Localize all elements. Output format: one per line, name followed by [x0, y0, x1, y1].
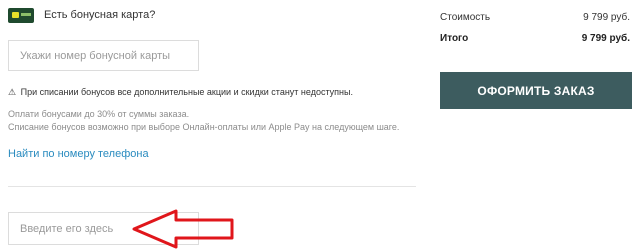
- find-by-phone-link[interactable]: Найти по номеру телефона: [8, 148, 149, 160]
- bonus-card-header: Есть бонусная карта?: [8, 6, 155, 24]
- checkout-page: Есть бонусная карта? Укажи номер бонусно…: [0, 0, 640, 250]
- bonus-card-number-input[interactable]: Укажи номер бонусной карты: [8, 40, 199, 71]
- bonus-note-limit: Оплати бонусами до 30% от суммы заказа.: [8, 109, 190, 119]
- cost-value: 9 799 руб.: [583, 12, 630, 23]
- divider: [8, 186, 416, 187]
- bonus-warning: ⚠ При списании бонусов все дополнительны…: [8, 87, 353, 98]
- summary-cost-row: Стоимость 9 799 руб.: [440, 12, 630, 23]
- total-label: Итого: [440, 33, 469, 44]
- bonus-warning-text: При списании бонусов все дополнительные …: [20, 87, 353, 97]
- checkout-button[interactable]: ОФОРМИТЬ ЗАКАЗ: [440, 72, 632, 109]
- total-value: 9 799 руб.: [581, 33, 630, 44]
- bonus-card-question: Есть бонусная карта?: [44, 9, 156, 21]
- red-arrow-icon: [132, 209, 234, 249]
- bonus-card-icon: [8, 7, 34, 23]
- summary-total-row: Итого 9 799 руб.: [440, 33, 630, 44]
- warning-icon: ⚠: [8, 87, 17, 97]
- bonus-note-payment: Списание бонусов возможно при выборе Онл…: [8, 122, 400, 132]
- cost-label: Стоимость: [440, 12, 491, 23]
